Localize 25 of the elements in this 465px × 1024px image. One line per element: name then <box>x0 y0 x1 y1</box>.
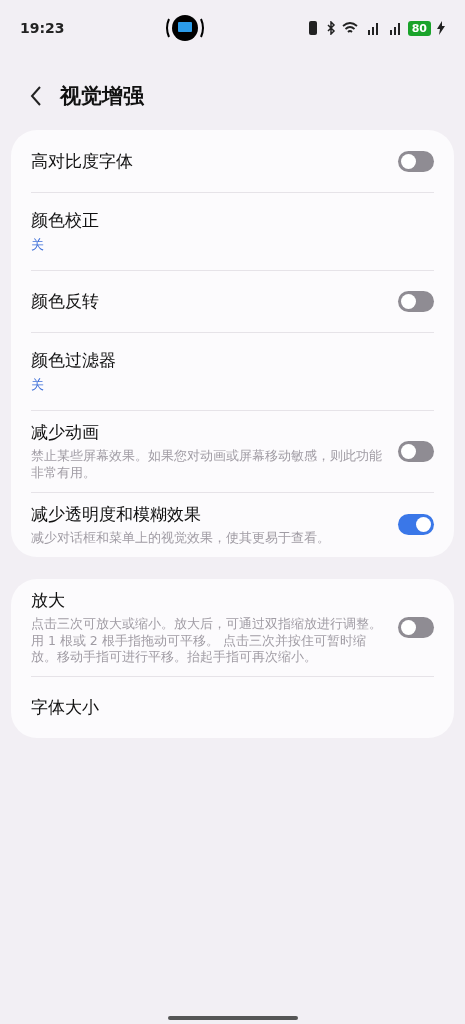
setting-title[interactable]: 减少动画 <box>31 421 386 444</box>
setting-value: 关 <box>31 376 45 394</box>
setting-title[interactable]: 颜色校正 <box>31 209 434 232</box>
setting-description: 减少对话框和菜单上的视觉效果，使其更易于查看。 <box>31 529 331 547</box>
battery-level: 80 <box>407 20 431 36</box>
page-title: 视觉增强 <box>60 83 144 110</box>
setting-value: 关 <box>31 236 45 254</box>
setting-description: 禁止某些屏幕效果。如果您对动画或屏幕移动敏感，则此功能非常有用。 <box>31 448 383 482</box>
setting-title[interactable]: 字体大小 <box>31 696 434 720</box>
setting-title[interactable]: 高对比度字体 <box>31 149 386 173</box>
back-button[interactable] <box>30 85 42 107</box>
toggle-switch[interactable] <box>398 514 434 536</box>
bluetooth-icon <box>325 21 336 35</box>
toggle-switch[interactable] <box>398 150 434 172</box>
toggle-switch[interactable] <box>398 616 434 638</box>
status-time: 19:23 <box>20 20 65 36</box>
setting-title[interactable]: 颜色过滤器 <box>31 349 434 372</box>
setting-title[interactable]: 放大 <box>31 588 386 612</box>
toggle-switch[interactable] <box>398 291 434 312</box>
setting-title[interactable]: 减少透明度和模糊效果 <box>31 502 386 526</box>
toggle-switch[interactable] <box>398 440 434 462</box>
wifi-icon <box>341 21 358 35</box>
setting-description: 点击三次可放大或缩小。放大后，可通过双指缩放进行调整。用 1 根或 2 根手指拖动可平移。 点击三次并按住可暂时缩放。移动手指可进行平移。抬起手指可再次缩小。 <box>31 615 383 667</box>
setting-title[interactable]: 颜色反转 <box>31 290 386 313</box>
charging-icon <box>437 21 445 35</box>
